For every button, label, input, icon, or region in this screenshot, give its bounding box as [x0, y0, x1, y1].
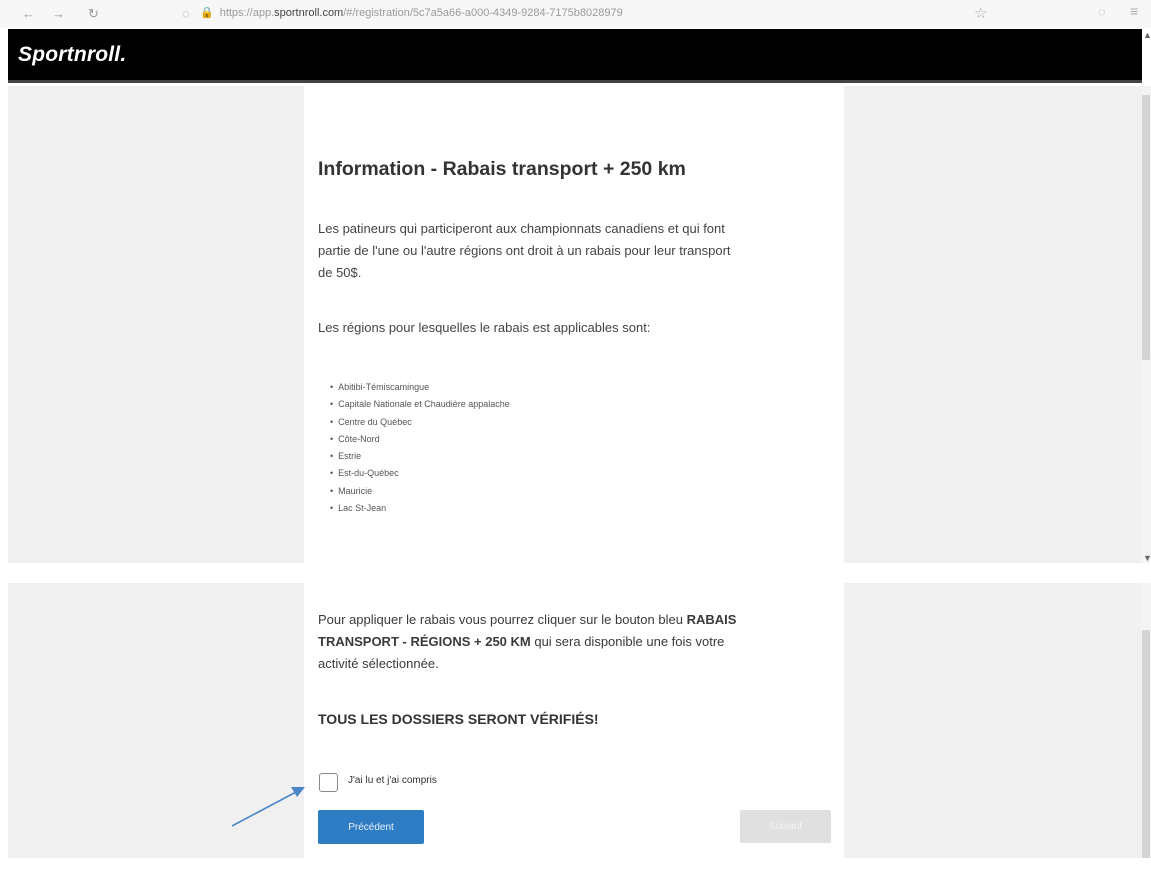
- list-item: Mauricie: [330, 483, 510, 500]
- list-item: Lac St-Jean: [330, 500, 510, 517]
- bookmark-star-icon[interactable]: ☆: [974, 4, 987, 22]
- intro-line: Les patineurs qui participeront aux cham…: [318, 221, 725, 236]
- url-host: sportnroll.com: [274, 7, 344, 19]
- apply-emphasis: RABAIS: [686, 612, 737, 627]
- list-item: Centre du Québec: [330, 414, 510, 431]
- list-item: Estrie: [330, 448, 510, 465]
- list-item: Est-du-Québec: [330, 465, 510, 482]
- menu-icon[interactable]: ≡: [1130, 3, 1138, 19]
- next-button: Suivant: [740, 810, 831, 843]
- scrollbar-thumb[interactable]: [1142, 95, 1150, 360]
- intro-paragraph: Les patineurs qui participeront aux cham…: [318, 218, 731, 284]
- scroll-down-arrow-icon[interactable]: ▼: [1143, 553, 1151, 563]
- lock-icon: 🔒: [200, 7, 214, 19]
- apply-line: TRANSPORT - RÉGIONS + 250 KM qui sera di…: [318, 631, 736, 653]
- browser-toolbar: ← → ↻ ◌ 🔒 https://app.sportnroll.com/#/re…: [0, 0, 1151, 28]
- url-path: /#/registration/5c7a5a66-a000-4349-9284-…: [343, 7, 623, 19]
- url-prefix: https://app.: [219, 7, 275, 19]
- apply-line: Pour appliquer le rabais vous pourrez cl…: [318, 609, 736, 631]
- screenshot-top: ← → ↻ ◌ 🔒 https://app.sportnroll.com/#/re…: [0, 0, 1151, 563]
- extension-icon[interactable]: ◌: [1098, 4, 1106, 19]
- list-item: Côte-Nord: [330, 431, 510, 448]
- intro-line: de 50$.: [318, 265, 362, 280]
- apply-line: activité sélectionnée.: [318, 656, 439, 671]
- regions-intro: Les régions pour lesquelles le rabais es…: [318, 320, 651, 335]
- apply-text: Pour appliquer le rabais vous pourrez cl…: [318, 612, 687, 627]
- regions-list: Abitibi-Témiscamingue Capitale Nationale…: [330, 379, 510, 517]
- scrollbar-thumb[interactable]: [1142, 630, 1150, 858]
- address-bar[interactable]: 🔒 https://app.sportnroll.com/#/registrati…: [200, 6, 623, 19]
- sportnroll-logo[interactable]: Sportnroll.: [18, 43, 126, 67]
- apply-paragraph: Pour appliquer le rabais vous pourrez cl…: [318, 609, 736, 675]
- back-icon[interactable]: ←: [22, 6, 35, 21]
- page-title: Information - Rabais transport + 250 km: [318, 158, 686, 180]
- apply-emphasis: TRANSPORT - RÉGIONS + 250 KM: [318, 634, 531, 649]
- agreement-checkbox-label[interactable]: J'ai lu et j'ai compris: [348, 775, 437, 786]
- previous-button[interactable]: Précédent: [318, 810, 424, 844]
- apply-text: qui sera disponible une fois votre: [530, 634, 725, 649]
- list-item: Abitibi-Témiscamingue: [330, 379, 510, 396]
- forward-icon[interactable]: →: [52, 6, 65, 21]
- intro-line: partie de l'une ou l'autre régions ont d…: [318, 243, 731, 258]
- list-item: Capitale Nationale et Chaudière appalach…: [330, 396, 510, 413]
- scroll-up-arrow-icon[interactable]: ▲: [1143, 30, 1151, 40]
- shield-icon[interactable]: ◌: [182, 6, 190, 21]
- verification-notice: TOUS LES DOSSIERS SERONT VÉRIFIÉS!: [318, 711, 599, 727]
- reload-icon[interactable]: ↻: [88, 6, 99, 22]
- app-header: Sportnroll.: [8, 29, 1142, 83]
- agreement-checkbox[interactable]: [319, 773, 338, 792]
